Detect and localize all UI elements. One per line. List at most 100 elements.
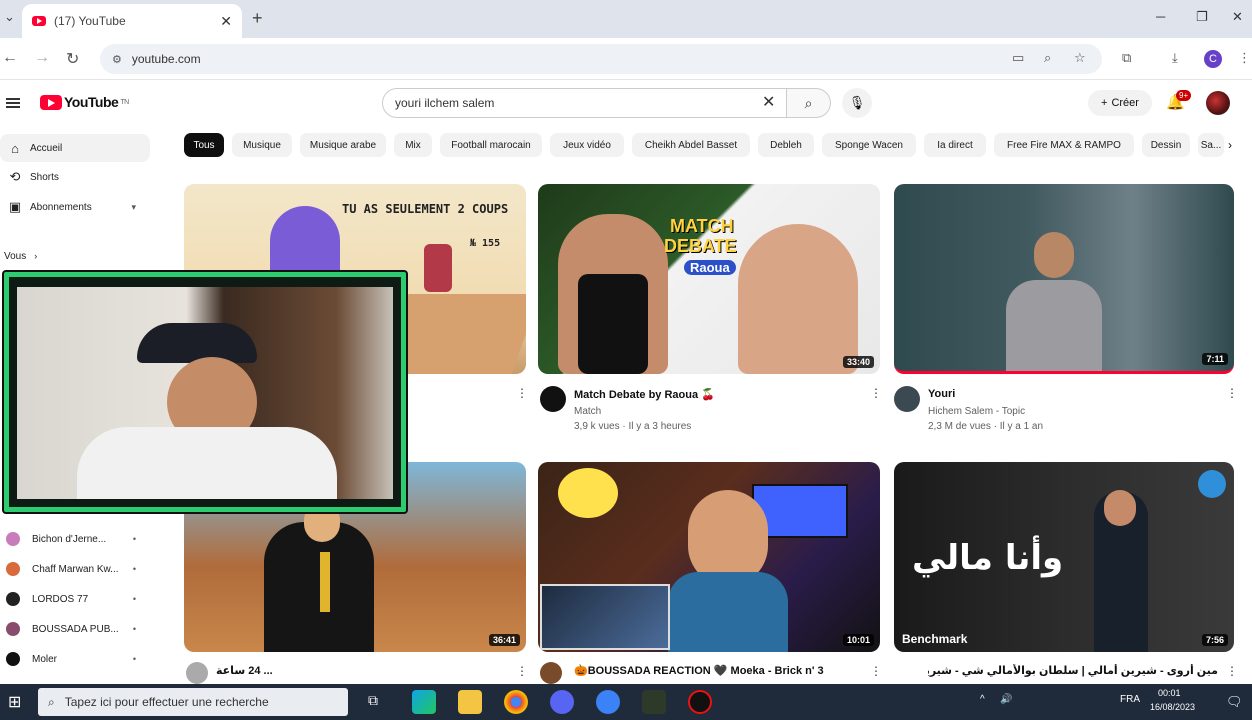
chips-next-arrow-icon[interactable]: › [1228, 138, 1232, 152]
taskbar-search-input[interactable]: ⌕ Tapez ici pour effectuer une recherche [38, 688, 348, 716]
clock-time[interactable]: 00:01 [1158, 688, 1181, 698]
clear-search-icon[interactable]: ✕ [762, 92, 775, 112]
chip-all[interactable]: Tous [184, 133, 224, 157]
close-window-icon[interactable]: ✕ [1232, 9, 1243, 25]
chip[interactable]: Cheikh Abdel Basset [632, 133, 750, 157]
language-indicator[interactable]: FRA [1120, 694, 1140, 705]
video-thumbnail[interactable]: وأنا مالي Benchmark 7:56 [894, 462, 1234, 652]
volume-icon[interactable]: 🔊 [1000, 694, 1012, 705]
chip[interactable]: Musique [232, 133, 292, 157]
chip[interactable]: Sponge Wacen [822, 133, 916, 157]
zoom-icon[interactable]: ⌕ [1044, 50, 1051, 66]
more-options-icon[interactable]: ⋮ [1226, 664, 1238, 678]
thumbnail-text: № 155 [470, 238, 501, 249]
video-title[interactable]: Match Debate by Raoua 🍒 [574, 388, 864, 401]
video-duration: 7:11 [1202, 353, 1228, 365]
install-app-icon[interactable]: ▭ [1012, 50, 1024, 66]
more-options-icon[interactable]: ⋮ [516, 386, 528, 400]
chip[interactable]: Ia direct [924, 133, 986, 157]
sidebar-item-shorts[interactable]: ⟲ Shorts [0, 163, 150, 191]
more-options-icon[interactable]: ⋮ [870, 386, 882, 400]
edge-app-icon[interactable] [412, 690, 436, 714]
forward-icon[interactable]: → [34, 49, 50, 67]
browser-tab[interactable]: (17) YouTube ✕ [22, 4, 242, 38]
sidebar-subscription-item[interactable]: Bichon d'Jerne... • [0, 525, 150, 553]
chip[interactable]: Musique arabe [300, 133, 386, 157]
browser-profile-avatar[interactable]: C [1204, 50, 1222, 68]
bookmark-star-icon[interactable]: ☆ [1074, 50, 1086, 66]
back-icon[interactable]: ← [2, 49, 18, 67]
sidebar-subscription-item[interactable]: BOUSSADA PUB... • [0, 615, 150, 643]
chip[interactable]: Mix [394, 133, 432, 157]
channel-avatar[interactable] [894, 386, 920, 412]
sidebar-subscription-item[interactable]: Chaff Marwan Kw... • [0, 555, 150, 583]
restore-icon[interactable]: ❐ [1196, 9, 1208, 25]
menu-icon[interactable] [6, 98, 20, 108]
notification-center-icon[interactable]: 🗨 [1226, 694, 1243, 710]
video-thumbnail[interactable]: 7:11 [894, 184, 1234, 374]
video-title[interactable]: Youri [928, 388, 1218, 400]
live-dot-icon: • [132, 534, 136, 544]
obs-app-icon[interactable] [688, 690, 712, 714]
sidebar-subscription-item[interactable]: LORDOS 77 • [0, 585, 150, 613]
search-button[interactable]: ⌕ [787, 88, 831, 118]
channel-avatar[interactable] [540, 662, 562, 684]
video-duration: 7:56 [1201, 634, 1228, 646]
browser-tab-strip: ⌄ (17) YouTube ✕ + ─ ❐ ✕ [0, 0, 1252, 38]
new-tab-button[interactable]: + [252, 8, 263, 29]
create-button[interactable]: + Créer [1088, 90, 1152, 116]
task-view-icon[interactable]: ⧉ [368, 692, 378, 709]
tab-close-icon[interactable]: ✕ [220, 13, 232, 30]
video-title[interactable]: مين أروى - شيرين أمالي | سلطان بوالأمالي… [928, 664, 1218, 677]
thumbnail-text: وأنا مالي [912, 538, 1064, 578]
tray-chevron-icon[interactable]: ^ [980, 694, 985, 705]
chip[interactable]: Football marocain [440, 133, 542, 157]
voice-search-button[interactable]: 🎙 [842, 88, 872, 118]
video-title[interactable]: ... 24 ساعة [216, 664, 506, 677]
chrome-app-icon[interactable] [504, 690, 528, 714]
chip[interactable]: Debleh [758, 133, 814, 157]
extensions-icon[interactable]: ⧉ [1122, 50, 1131, 66]
browser-toolbar: ← → ↻ ⚙ youtube.com ▭ ⌕ ☆ ⧉ ⤓ ⋮ [0, 38, 1252, 80]
sidebar-item-label: LORDOS 77 [32, 593, 89, 605]
media-app-icon[interactable] [596, 690, 620, 714]
sidebar-item-home[interactable]: ⌂ Accueil [0, 134, 150, 162]
sidebar-item-subscriptions[interactable]: ▣ Abonnements ▾ [0, 193, 150, 221]
minecraft-app-icon[interactable] [642, 690, 666, 714]
channel-avatar[interactable] [540, 386, 566, 412]
address-bar[interactable]: ⚙ youtube.com [100, 44, 1102, 74]
search-input[interactable]: youri ilchem salem [382, 88, 787, 118]
site-info-icon[interactable]: ⚙ [112, 53, 122, 66]
account-avatar[interactable] [1206, 91, 1230, 115]
video-thumbnail[interactable]: 10:01 [538, 462, 880, 652]
youtube-logo[interactable]: YouTube TN [40, 94, 129, 110]
discord-app-icon[interactable] [550, 690, 574, 714]
file-explorer-icon[interactable] [458, 690, 482, 714]
more-options-icon[interactable]: ⋮ [870, 664, 882, 678]
windows-start-icon[interactable]: ⊞ [8, 692, 21, 712]
sidebar-subscription-item[interactable]: Moler • [0, 645, 150, 673]
video-channel[interactable]: Hichem Salem - Topic [928, 406, 1025, 417]
clock-date[interactable]: 16/08/2023 [1150, 702, 1195, 712]
youtube-logo-text: YouTube [64, 94, 119, 110]
more-options-icon[interactable]: ⋮ [1226, 386, 1238, 400]
chip[interactable]: Dessin [1142, 133, 1190, 157]
reload-icon[interactable]: ↻ [66, 49, 79, 69]
video-channel[interactable]: Match [574, 406, 601, 417]
create-label: Créer [1111, 97, 1139, 109]
chip[interactable]: Free Fire MAX & RAMPO [994, 133, 1134, 157]
minimize-icon[interactable]: ─ [1156, 9, 1165, 24]
video-duration: 36:41 [488, 634, 520, 646]
video-thumbnail[interactable]: MATCH DEBATE Raoua 33:40 [538, 184, 880, 374]
thumbnail-text: DEBATE [664, 236, 737, 256]
downloads-icon[interactable]: ⤓ [1172, 50, 1178, 66]
video-title[interactable]: 🎃BOUSSADA REACTION 🖤 Moeka - Brick n' 3 [574, 664, 864, 677]
chip[interactable]: Sa... [1198, 133, 1224, 157]
browser-menu-icon[interactable]: ⋮ [1238, 50, 1251, 66]
tab-search-icon[interactable]: ⌄ [4, 9, 15, 25]
youtube-play-icon [40, 94, 62, 110]
more-options-icon[interactable]: ⋮ [516, 664, 528, 678]
plus-icon: + [1101, 97, 1108, 109]
chip[interactable]: Jeux vidéo [550, 133, 624, 157]
channel-avatar[interactable] [186, 662, 208, 684]
